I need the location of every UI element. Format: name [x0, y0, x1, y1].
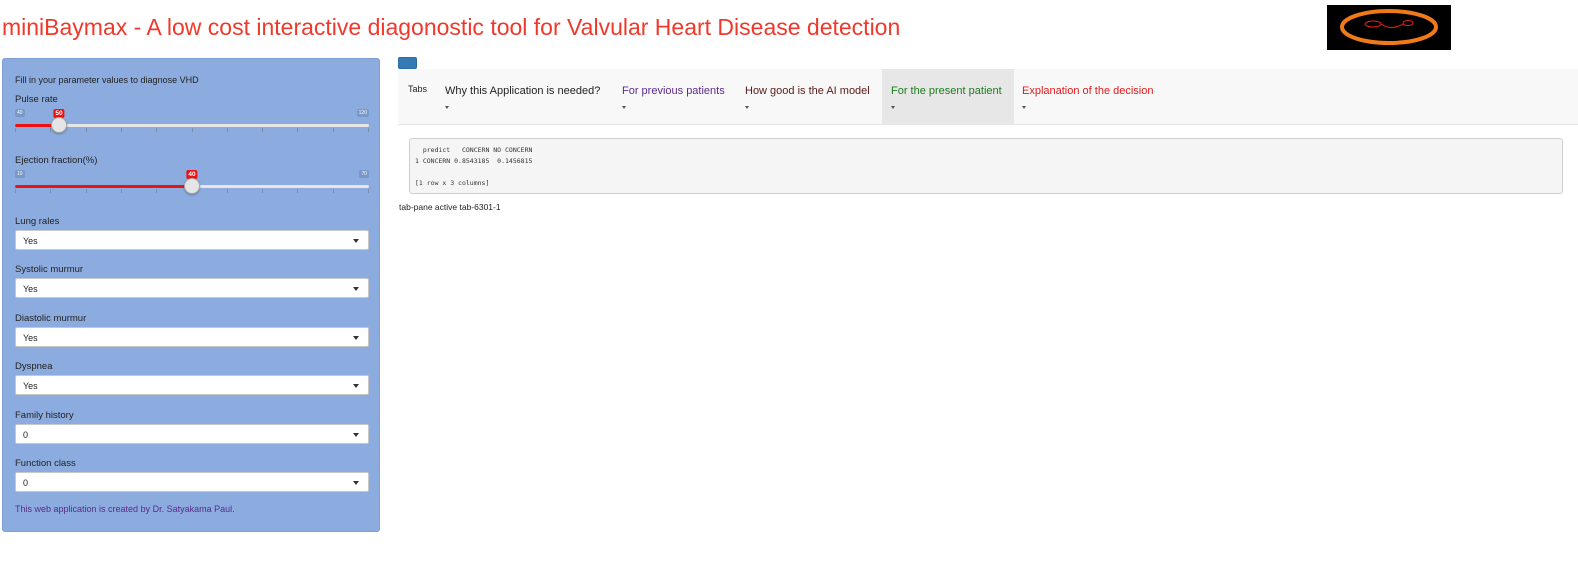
chevron-down-icon	[353, 433, 359, 437]
slider-tick	[15, 128, 16, 132]
tab-bar: Tabs Why this Application is needed? For…	[398, 69, 1578, 125]
prediction-output: predict CONCERN NO CONCERN 1 CONCERN 0.8…	[409, 138, 1563, 194]
lung-rales-label: Lung rales	[15, 216, 60, 227]
action-button[interactable]	[398, 57, 417, 69]
function-class-select[interactable]: 0	[15, 472, 369, 492]
slider-tick	[121, 128, 122, 132]
slider-tick	[333, 189, 334, 193]
tab-label: Why this Application is needed?	[445, 85, 601, 97]
chevron-down-icon	[622, 106, 626, 109]
slider-tick	[368, 189, 369, 193]
chevron-down-icon	[445, 106, 449, 109]
function-class-value: 0	[23, 478, 29, 488]
tab-label: Explanation of the decision	[1022, 85, 1154, 97]
slider-track	[15, 124, 369, 127]
slider-tick	[156, 189, 157, 193]
slider-tick	[227, 189, 228, 193]
family-history-value: 0	[23, 430, 29, 440]
slider-tick	[297, 128, 298, 132]
chevron-down-icon	[353, 384, 359, 388]
slider-tick	[50, 189, 51, 193]
sidebar-panel: Fill in your parameter values to diagnos…	[2, 58, 380, 532]
tab-label: How good is the AI model	[745, 85, 870, 97]
tab-ai-model[interactable]: How good is the AI model	[736, 69, 879, 125]
slider-tick	[368, 128, 369, 132]
pulse-rate-min: 40	[15, 109, 25, 117]
systolic-murmur-value: Yes	[23, 284, 38, 294]
sidebar-intro: Fill in your parameter values to diagnos…	[15, 75, 199, 85]
output-line: [1 row x 3 columns]	[415, 179, 490, 187]
function-class-label: Function class	[15, 458, 76, 469]
slider-tick	[86, 128, 87, 132]
slider-tick	[121, 189, 122, 193]
slider-tick	[192, 128, 193, 132]
tab-pane-text: tab-pane active tab-6301-1	[399, 202, 501, 212]
family-history-label: Family history	[15, 410, 74, 421]
systolic-murmur-select[interactable]: Yes	[15, 278, 369, 298]
slider-tick	[227, 128, 228, 132]
diastolic-murmur-value: Yes	[23, 333, 38, 343]
pulse-rate-max: 120	[356, 109, 369, 117]
slider-fill	[15, 185, 192, 188]
pulse-rate-slider[interactable]: 40 120 50	[15, 104, 369, 148]
slider-tick	[156, 128, 157, 132]
chevron-down-icon	[353, 481, 359, 485]
dyspnea-value: Yes	[23, 381, 38, 391]
dyspnea-select[interactable]: Yes	[15, 375, 369, 395]
chevron-down-icon	[353, 287, 359, 291]
diastolic-murmur-select[interactable]: Yes	[15, 327, 369, 347]
diastolic-murmur-label: Diastolic murmur	[15, 313, 87, 324]
credit-text: This web application is created by Dr. S…	[15, 504, 235, 514]
systolic-murmur-label: Systolic murmur	[15, 264, 84, 275]
chevron-down-icon	[1022, 106, 1026, 109]
slider-tick	[333, 128, 334, 132]
slider-tick	[262, 189, 263, 193]
slider-tick	[262, 128, 263, 132]
chevron-down-icon	[353, 336, 359, 340]
tab-label: For the present patient	[891, 85, 1002, 97]
tab-present-patient[interactable]: For the present patient	[882, 69, 1014, 125]
slider-tick	[15, 189, 16, 193]
chevron-down-icon	[353, 239, 359, 243]
slider-handle[interactable]	[51, 117, 67, 133]
heart-ring-logo	[1327, 5, 1451, 50]
slider-tick	[86, 189, 87, 193]
family-history-select[interactable]: 0	[15, 424, 369, 444]
lung-rales-select[interactable]: Yes	[15, 230, 369, 250]
slider-ticks	[15, 128, 369, 134]
lung-rales-value: Yes	[23, 236, 38, 246]
tab-explanation[interactable]: Explanation of the decision	[1013, 69, 1162, 125]
tabs-label: Tabs	[408, 84, 428, 94]
chevron-down-icon	[745, 106, 749, 109]
output-line: predict CONCERN NO CONCERN	[415, 146, 533, 154]
slider-tick	[50, 128, 51, 132]
tab-previous-patients[interactable]: For previous patients	[613, 69, 734, 125]
dyspnea-label: Dyspnea	[15, 361, 53, 372]
chevron-down-icon	[891, 106, 895, 109]
ejection-fraction-slider[interactable]: 10 70 40	[15, 165, 369, 209]
ejection-fraction-min: 10	[15, 170, 25, 178]
tab-label: For previous patients	[622, 85, 725, 97]
tab-why-needed[interactable]: Why this Application is needed?	[436, 69, 609, 125]
app-title: miniBaymax - A low cost interactive diag…	[2, 14, 901, 40]
ejection-fraction-max: 70	[359, 170, 369, 178]
slider-tick	[297, 189, 298, 193]
slider-handle[interactable]	[184, 178, 200, 194]
output-line: 1 CONCERN 0.8543185 0.1456815	[415, 157, 533, 165]
